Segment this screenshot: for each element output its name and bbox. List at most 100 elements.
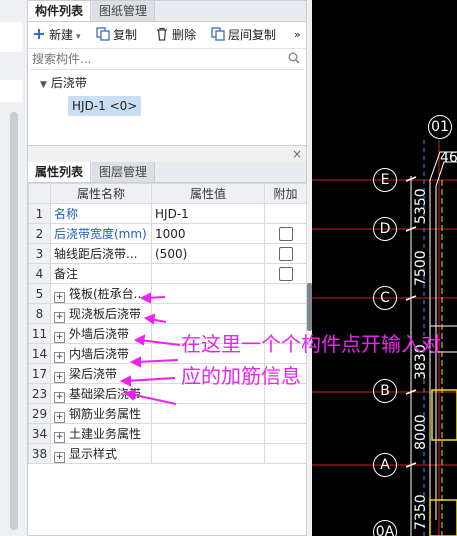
property-row[interactable]: 5 + 筏板(桩承台...: [28, 283, 307, 304]
axis-bubble-D: D: [373, 217, 397, 241]
property-extra-cell: [264, 263, 307, 284]
property-row[interactable]: 4 备注: [28, 263, 307, 284]
property-row[interactable]: 34 + 土建业务属性: [28, 423, 307, 444]
row-number: 8: [28, 303, 51, 324]
expand-icon[interactable]: +: [54, 331, 65, 343]
row-number: 4: [28, 263, 51, 284]
left-scrollbar[interactable]: [10, 112, 18, 530]
expand-icon[interactable]: +: [54, 311, 65, 323]
property-value-cell[interactable]: 1000: [151, 223, 265, 244]
property-row[interactable]: 38 + 显示样式: [28, 443, 307, 464]
row-number: 34: [28, 423, 51, 444]
property-value-cell[interactable]: [151, 263, 265, 284]
property-grid: 属性名称 属性值 附加 1 名称 HJD-1 2 后浇带宽度(mm) 1000 3 轴线距后浇…: [28, 183, 307, 464]
expand-icon[interactable]: +: [54, 391, 65, 403]
tab-drawing-management[interactable]: 图纸管理: [92, 1, 156, 21]
property-name-cell: 备注: [50, 263, 152, 284]
property-panel-tabs: 属性列表 图层管理: [28, 162, 306, 183]
property-row[interactable]: 29 + 钢筋业务属性: [28, 403, 307, 424]
floor-copy-button[interactable]: 层间复制: [211, 26, 276, 44]
property-name: 现浇板后浇带: [69, 306, 142, 321]
property-name-cell: + 土建业务属性: [50, 423, 152, 444]
row-number: 11: [28, 323, 51, 344]
property-name-cell: 轴线距后浇带...: [50, 243, 152, 264]
property-name: 基础梁后浇带: [69, 386, 142, 401]
property-name: 钢筋业务属性: [69, 406, 142, 421]
property-row[interactable]: 8 + 现浇板后浇带: [28, 303, 307, 324]
extra-checkbox[interactable]: [278, 266, 293, 281]
property-grid-header: 属性名称 属性值 附加: [28, 183, 307, 204]
property-row[interactable]: 1 名称 HJD-1: [28, 203, 307, 224]
expand-icon[interactable]: +: [54, 411, 65, 423]
trash-icon: [155, 27, 169, 41]
row-number: 3: [28, 243, 51, 264]
close-icon[interactable]: ×: [292, 147, 302, 161]
axis-bubble-E: E: [373, 168, 397, 192]
property-value-cell[interactable]: (500): [151, 243, 265, 264]
property-extra-cell: [264, 223, 307, 244]
column-header-name: 属性名称: [50, 183, 152, 204]
dimension-8000: 8000: [413, 414, 429, 450]
property-value-cell: [151, 423, 265, 444]
property-name-cell: + 现浇板后浇带: [50, 303, 152, 324]
property-extra-cell: [264, 203, 307, 224]
expand-icon[interactable]: +: [54, 371, 65, 383]
expand-icon[interactable]: +: [54, 451, 65, 463]
property-name-cell: + 筏板(桩承台...: [50, 283, 152, 304]
property-name: 土建业务属性: [69, 426, 142, 441]
property-name-cell: + 钢筋业务属性: [50, 403, 152, 424]
extra-checkbox[interactable]: [278, 226, 293, 241]
property-name: 备注: [54, 267, 79, 281]
annotation-text: 在这里一个个构件点开输入对应的加筋信息: [181, 332, 441, 388]
left-panel-block: [0, 22, 22, 52]
property-extra-cell: [264, 403, 307, 424]
top-dimension-label: 46: [440, 150, 457, 166]
property-name: 内墙后浇带: [69, 346, 130, 361]
tab-property-list[interactable]: 属性列表: [28, 162, 92, 182]
column-header-value: 属性值: [151, 183, 265, 204]
more-tools-button[interactable]: »: [294, 26, 301, 44]
property-name: 显示样式: [69, 446, 118, 461]
property-name-cell: + 基础梁后浇带: [50, 383, 152, 404]
expand-icon[interactable]: +: [54, 351, 65, 363]
dropdown-arrow-icon[interactable]: ▾: [76, 32, 81, 42]
delete-button[interactable]: 删除: [155, 26, 196, 44]
tree-group[interactable]: ▼ 后浇带: [40, 75, 87, 91]
tab-component-list[interactable]: 构件列表: [28, 1, 92, 21]
new-icon: [32, 27, 46, 41]
component-toolbar: 新建 ▾ 复制 删除 层间复制 »: [28, 22, 306, 49]
caret-down-icon[interactable]: ▼: [40, 80, 47, 90]
property-name-cell: + 外墙后浇带: [50, 323, 152, 344]
row-number: 2: [28, 223, 51, 244]
dimension-7350: 7350: [413, 494, 429, 530]
dimension-5350: 5350: [413, 188, 429, 224]
property-row[interactable]: 2 后浇带宽度(mm) 1000: [28, 223, 307, 244]
property-value-cell: [151, 443, 265, 464]
copy-button[interactable]: 复制: [96, 26, 137, 44]
left-panel-block: [0, 80, 22, 102]
property-extra-cell: [264, 303, 307, 324]
property-row[interactable]: 3 轴线距后浇带... (500): [28, 243, 307, 264]
search-input[interactable]: [30, 49, 274, 69]
search-icon[interactable]: [288, 52, 300, 67]
tab-layer-management[interactable]: 图层管理: [92, 162, 156, 182]
expand-icon[interactable]: +: [54, 431, 65, 443]
component-search: [30, 49, 304, 70]
property-name: 名称: [54, 207, 79, 221]
property-value-cell: [151, 403, 265, 424]
property-name-cell: 名称: [50, 203, 152, 224]
property-name: 后浇带宽度(mm): [54, 227, 147, 241]
property-value-cell[interactable]: HJD-1: [151, 203, 265, 224]
component-list-panel: 构件列表 图纸管理 新建 ▾ 复制 删除 层间复制 » 搜索构件... ▼ 后浇…: [27, 0, 307, 146]
new-button[interactable]: 新建 ▾: [32, 26, 81, 44]
extra-checkbox[interactable]: [278, 246, 293, 261]
row-number: 29: [28, 403, 51, 424]
property-name-cell: + 显示样式: [50, 443, 152, 464]
tree-item-selected[interactable]: HJD-1 <0>: [68, 96, 142, 116]
row-number: 38: [28, 443, 51, 464]
dimension-7500: 7500: [413, 250, 429, 286]
cad-drawing-canvas[interactable]: 01 46 E D C B A 0A 5350 7500 3830 8000 7…: [312, 0, 457, 536]
expand-icon[interactable]: +: [54, 291, 65, 303]
property-name-cell: + 梁后浇带: [50, 363, 152, 384]
property-name: 外墙后浇带: [69, 326, 130, 341]
